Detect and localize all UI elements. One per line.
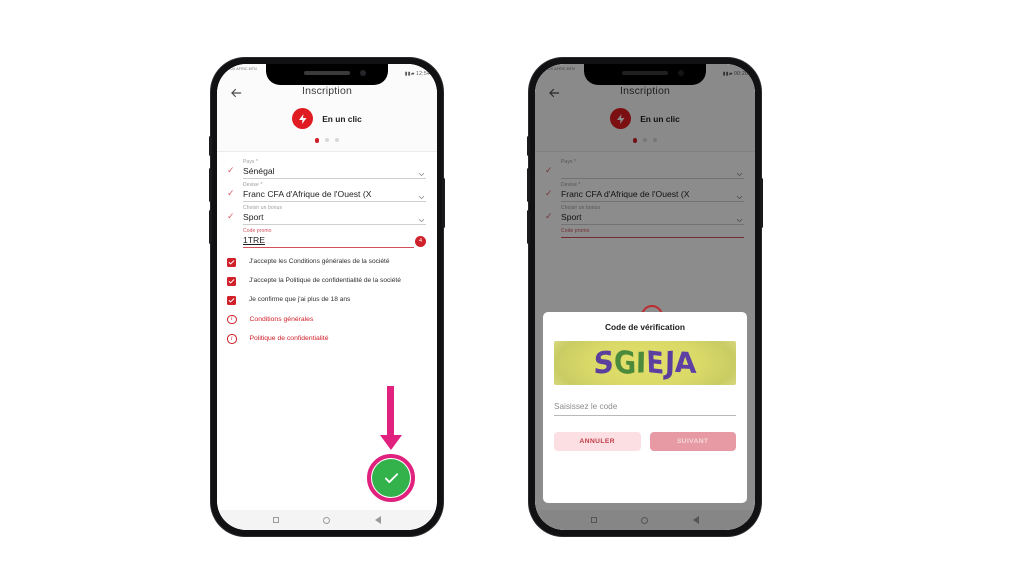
field-label: Pays * [243, 158, 259, 165]
cancel-button[interactable]: ANNULER [554, 432, 641, 451]
carousel-dot-2[interactable] [325, 138, 330, 142]
field-body: Code promo 1TRE [243, 228, 414, 248]
consent-checkbox-row-2[interactable]: Je confirme que j'ai plus de 18 ans [217, 295, 437, 305]
legal-link-row-0[interactable]: i Conditions générales [217, 314, 437, 324]
field-value: Sénégal [243, 165, 275, 176]
carousel-dot-3[interactable] [335, 138, 340, 142]
field-label: Code promo [243, 227, 272, 234]
field-valid-check-icon: ✓ [227, 187, 235, 198]
consent-label: J'accepte les Conditions générales de la… [249, 257, 390, 265]
square-icon[interactable] [273, 517, 280, 523]
phone-left-screen: MOOV AFRIC MTN ▮▮▰12:54 Inscription En u… [217, 64, 437, 530]
field-value-row[interactable]: 1TRE [243, 235, 414, 248]
field-body: Devise * Franc CFA d'Afrique de l'Ouest (… [243, 182, 426, 202]
info-icon: i [227, 314, 237, 324]
field-body: Pays * Sénégal [243, 159, 426, 179]
status-bar-clock: 12:54 [416, 71, 430, 77]
next-button[interactable]: SUIVANT [649, 432, 736, 451]
phone-left-notch [266, 64, 388, 85]
field-label: Devise * [243, 181, 263, 188]
status-bar-right: ▮▮▰12:54 [404, 67, 430, 77]
phone-left-mute-switch [209, 136, 212, 156]
field-valid-check-icon: ✓ [227, 210, 235, 221]
checkbox-checked-icon[interactable] [227, 295, 236, 305]
page-title: Inscription [301, 84, 353, 97]
triangle-back-icon[interactable] [374, 516, 381, 524]
captcha-code-input[interactable]: Saisissez le code [554, 402, 736, 416]
phone-right-mute-switch [527, 136, 530, 156]
status-bar-signal-icons: ▮▮▰ [404, 71, 416, 77]
screenshot-stage: MOOV AFRIC MTN ▮▮▰12:54 Inscription En u… [0, 0, 1024, 576]
phone-right-bezel: MOOV AFRIC MTN ▮▮▰00:20 Inscription En u… [535, 64, 755, 530]
front-camera-icon [360, 70, 366, 76]
form-field-3[interactable]: Code promo 1TRE 4 [217, 228, 437, 248]
field-value: Franc CFA d'Afrique de l'Ouest (X [243, 188, 372, 199]
captcha-text: SGIEJA [593, 344, 697, 382]
phone-left-bezel: MOOV AFRIC MTN ▮▮▰12:54 Inscription En u… [217, 64, 437, 530]
checkbox-checked-icon[interactable] [227, 257, 236, 267]
legal-link-text[interactable]: Conditions générales [250, 316, 314, 323]
consent-checkbox-row-0[interactable]: J'accepte les Conditions générales de la… [217, 257, 437, 267]
field-value: 1TRE [243, 234, 265, 245]
circle-icon[interactable] [323, 516, 331, 524]
consent-checkbox-row-1[interactable]: J'accepte la Politique de confidentialit… [217, 276, 437, 286]
verification-code-dialog: Code de vérification SGIEJA Saisissez le… [543, 312, 747, 503]
circle-highlight-annotation [367, 454, 415, 502]
chevron-down-icon[interactable] [417, 212, 426, 223]
field-value-row[interactable]: Franc CFA d'Afrique de l'Ouest (X [243, 189, 426, 202]
carousel-dots-left[interactable] [217, 129, 437, 151]
legal-link-row-1[interactable]: i Politique de confidentialité [217, 334, 437, 344]
field-body: Choisir un bonus Sport [243, 205, 426, 225]
android-nav-bar-left [217, 510, 437, 530]
form-field-1[interactable]: ✓ Devise * Franc CFA d'Afrique de l'Ouest … [217, 182, 437, 202]
chevron-down-icon[interactable] [417, 166, 426, 177]
phone-left-volume-down-button [209, 210, 212, 244]
field-valid-check-icon: ✓ [227, 164, 235, 175]
dialog-title: Code de vérification [604, 322, 686, 332]
legal-link-text[interactable]: Politique de confidentialité [250, 335, 329, 342]
lightning-bolt-icon [292, 108, 314, 129]
field-value-row[interactable]: Sport [243, 212, 426, 225]
form-field-2[interactable]: ✓ Choisir un bonus Sport [217, 205, 437, 225]
carousel-dot-1[interactable] [314, 138, 320, 143]
phone-left-power-button [442, 178, 445, 228]
captcha-image: SGIEJA [554, 341, 736, 385]
phone-mockup-right: MOOV AFRIC MTN ▮▮▰00:20 Inscription En u… [527, 58, 763, 536]
brand-label: En un clic [322, 113, 362, 124]
field-value-row[interactable]: Sénégal [243, 166, 426, 179]
consent-label: J'accepte la Politique de confidentialit… [249, 276, 401, 284]
dialog-actions: ANNULER SUIVANT [554, 432, 736, 451]
promo-count-badge: 4 [415, 235, 426, 247]
earpiece-speaker-icon [304, 71, 350, 75]
back-arrow-icon[interactable] [229, 86, 243, 100]
phone-right-screen: MOOV AFRIC MTN ▮▮▰00:20 Inscription En u… [535, 64, 755, 530]
field-label: Choisir un bonus [243, 204, 283, 211]
phone-right-volume-down-button [527, 210, 530, 244]
info-icon: i [227, 334, 237, 344]
phone-mockup-left: MOOV AFRIC MTN ▮▮▰12:54 Inscription En u… [209, 58, 445, 536]
brand-row-left: En un clic [217, 100, 437, 129]
form-field-0[interactable]: ✓ Pays * Sénégal [217, 159, 437, 179]
field-valid-check-icon [227, 244, 243, 248]
consent-label: Je confirme que j'ai plus de 18 ans [249, 295, 351, 303]
status-bar-carrier: MOOV AFRIC MTN [224, 67, 257, 71]
field-value: Sport [243, 211, 264, 222]
phone-right-volume-up-button [527, 168, 530, 202]
checkbox-checked-icon[interactable] [227, 276, 236, 286]
registration-form-left: ✓ Pays * Sénégal ✓ Devise * Franc CFA d'Afriq… [217, 151, 437, 510]
phone-right-power-button [760, 178, 763, 228]
chevron-down-icon[interactable] [417, 189, 426, 200]
phone-left-volume-up-button [209, 168, 212, 202]
